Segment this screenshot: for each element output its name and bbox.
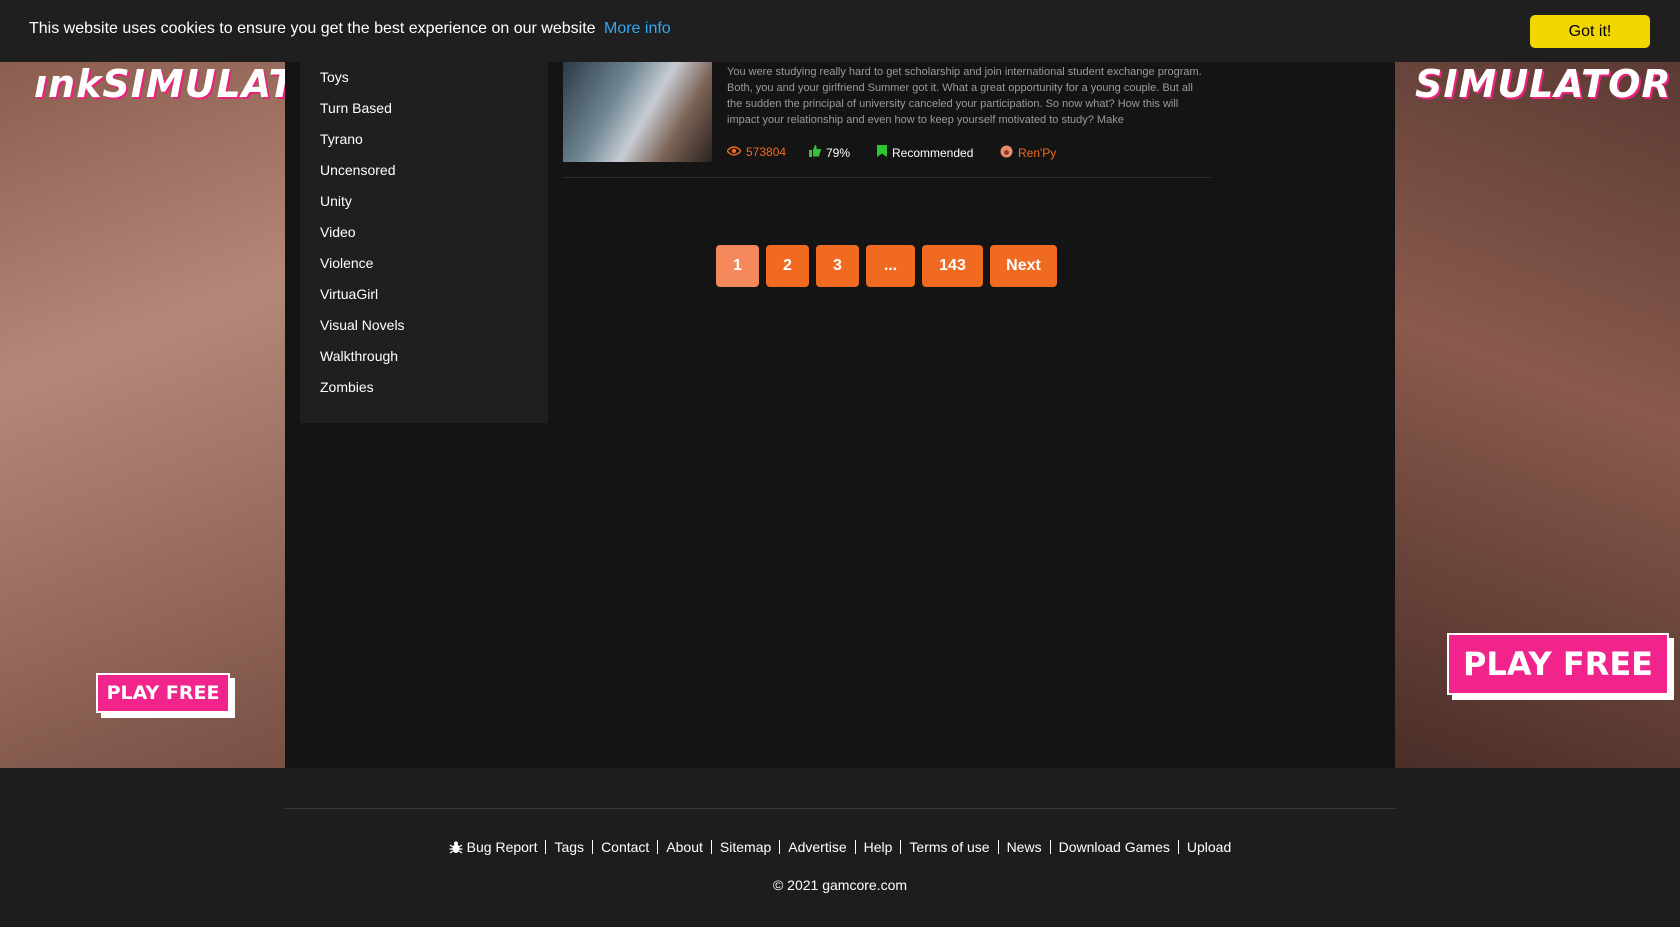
game-views: 573804 bbox=[726, 145, 787, 159]
footer-link-download-games[interactable]: Download Games bbox=[1051, 839, 1178, 855]
category-item-unity[interactable]: Unity bbox=[320, 193, 352, 209]
bug-report-link[interactable]: Bug Report bbox=[441, 839, 546, 855]
bug-icon bbox=[449, 839, 463, 855]
category-sidebar: Toys Turn Based Tyrano Uncensored Unity … bbox=[300, 62, 548, 423]
next-page-button[interactable]: Next bbox=[990, 245, 1057, 287]
footer-link-tags[interactable]: Tags bbox=[546, 839, 592, 855]
category-item-tyrano[interactable]: Tyrano bbox=[320, 131, 363, 147]
left-ad-banner[interactable]: ınkSIMULATOR PLAY FREE bbox=[0, 62, 285, 768]
page-button-ellipsis[interactable]: ... bbox=[866, 245, 915, 287]
cookie-accept-button[interactable]: Got it! bbox=[1530, 15, 1650, 48]
page-button-1[interactable]: 1 bbox=[716, 245, 759, 287]
cookie-message: This website uses cookies to ensure you … bbox=[29, 20, 671, 38]
category-item-walkthrough[interactable]: Walkthrough bbox=[320, 348, 398, 364]
category-item-zombies[interactable]: Zombies bbox=[320, 379, 374, 395]
left-ad-play-free-button[interactable]: PLAY FREE bbox=[96, 673, 230, 713]
cookie-message-text: This website uses cookies to ensure you … bbox=[29, 20, 596, 37]
game-rating: 79% bbox=[809, 145, 850, 160]
category-item-uncensored[interactable]: Uncensored bbox=[320, 162, 396, 178]
category-item-virtuagirl[interactable]: VirtuaGirl bbox=[320, 286, 378, 302]
left-ad-brand: ınkSIMULATOR bbox=[34, 62, 285, 106]
category-item-turn-based[interactable]: Turn Based bbox=[320, 100, 392, 116]
game-engine[interactable]: Ren'Py bbox=[1000, 145, 1056, 161]
game-engine-label: Ren'Py bbox=[1018, 146, 1057, 160]
card-divider bbox=[563, 177, 1211, 178]
page-button-2[interactable]: 2 bbox=[766, 245, 809, 287]
eye-icon bbox=[726, 145, 742, 159]
right-ad-play-free-button[interactable]: PLAY FREE bbox=[1447, 633, 1669, 695]
thumbs-up-icon bbox=[809, 145, 821, 160]
copyright: © 2021 gamcore.com bbox=[772, 877, 908, 893]
footer-divider bbox=[285, 808, 1395, 809]
cookie-banner: This website uses cookies to ensure you … bbox=[0, 0, 1680, 62]
category-item-toys[interactable]: Toys bbox=[320, 69, 349, 85]
footer-link-news[interactable]: News bbox=[999, 839, 1050, 855]
footer-link-contact[interactable]: Contact bbox=[593, 839, 657, 855]
more-info-link[interactable]: More info bbox=[604, 20, 671, 37]
category-item-video[interactable]: Video bbox=[320, 224, 356, 240]
game-thumbnail[interactable] bbox=[563, 62, 712, 162]
bookmark-icon bbox=[877, 145, 887, 160]
bug-report-label: Bug Report bbox=[466, 839, 538, 855]
right-ad-brand: SIMULATOR bbox=[1415, 62, 1672, 106]
footer-link-help[interactable]: Help bbox=[856, 839, 901, 855]
category-item-violence[interactable]: Violence bbox=[320, 255, 373, 271]
page-button-143[interactable]: 143 bbox=[922, 245, 983, 287]
footer-link-upload[interactable]: Upload bbox=[1179, 839, 1239, 855]
page: ınkSIMULATOR PLAY FREE SIMULATOR PLAY FR… bbox=[0, 0, 1680, 927]
category-item-visual-novels[interactable]: Visual Novels bbox=[320, 317, 405, 333]
game-rating-value: 79% bbox=[826, 145, 851, 160]
footer-link-terms[interactable]: Terms of use bbox=[901, 839, 997, 855]
game-description: You were studying really hard to get sch… bbox=[727, 66, 1202, 126]
footer-link-advertise[interactable]: Advertise bbox=[780, 839, 854, 855]
footer-nav: Bug Report Tags Contact About Sitemap Adverti… bbox=[0, 839, 1680, 855]
footer-link-sitemap[interactable]: Sitemap bbox=[712, 839, 779, 855]
game-views-count: 573804 bbox=[746, 145, 787, 159]
right-ad-banner[interactable]: SIMULATOR PLAY FREE bbox=[1395, 62, 1680, 768]
game-status: Recommended bbox=[877, 145, 973, 160]
renpy-icon bbox=[1000, 145, 1013, 161]
footer-link-about[interactable]: About bbox=[658, 839, 711, 855]
page-button-3[interactable]: 3 bbox=[816, 245, 859, 287]
game-status-label: Recommended bbox=[892, 145, 974, 160]
